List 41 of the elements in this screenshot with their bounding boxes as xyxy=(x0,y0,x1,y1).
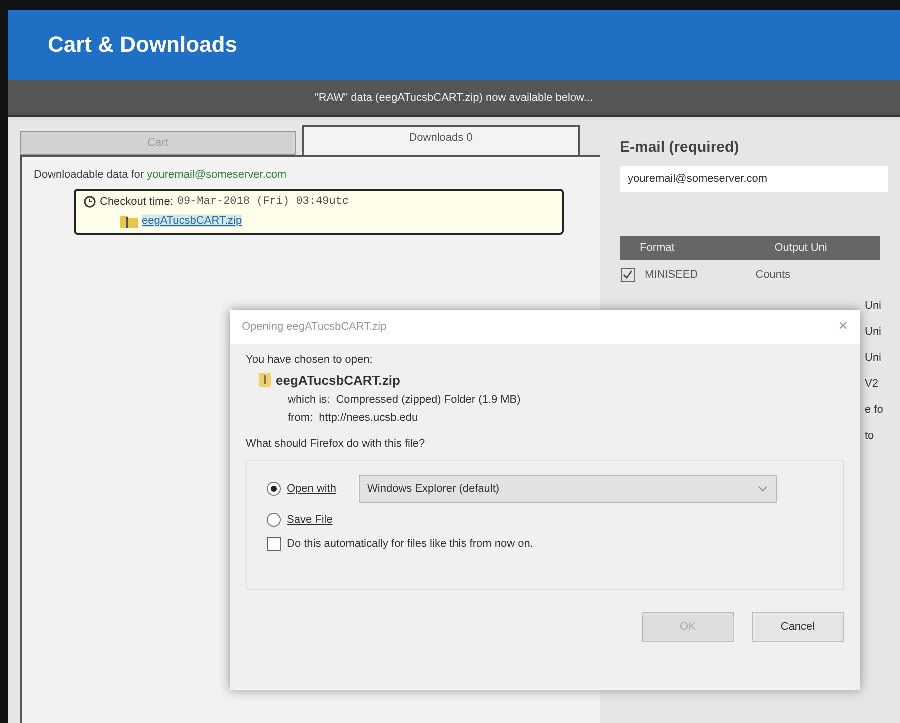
cut-text: Uni xyxy=(865,352,883,364)
checkout-label: Checkout time: xyxy=(100,196,174,208)
email-link[interactable]: youremail@someserver.com xyxy=(147,169,287,181)
file-link[interactable]: eegATucsbCART.zip xyxy=(142,215,242,227)
folder-zip-icon xyxy=(120,214,138,228)
radio-button[interactable] xyxy=(267,513,281,527)
dialog-text: You have chosen to open: xyxy=(246,354,374,366)
email-label: E-mail (required) xyxy=(620,139,740,156)
question-text: What should Firefox do with this file? xyxy=(246,438,426,450)
table-cell: Counts xyxy=(756,269,791,281)
app-dropdown[interactable]: Windows Explorer (default) xyxy=(358,475,777,503)
column-header: Output Uni xyxy=(754,236,880,260)
page-title: Cart & Downloads xyxy=(48,32,238,58)
cut-text: to xyxy=(865,430,876,442)
info-label: which is: xyxy=(288,394,330,406)
info-value: http://nees.ucsb.edu xyxy=(319,412,418,424)
clock-icon xyxy=(84,196,96,208)
info-label: from: xyxy=(288,412,314,424)
checkbox[interactable] xyxy=(621,268,635,282)
dialog-title: Opening eegATucsbCART.zip xyxy=(242,321,387,333)
checkout-time: 09-Mar-2018 (Fri) 03:49utc xyxy=(177,196,350,208)
file-name: eegATucsbCART.zip xyxy=(276,372,400,388)
option-label[interactable]: Save File xyxy=(287,514,333,526)
column-header: Format xyxy=(620,236,755,260)
info-value: Compressed (zipped) Folder (1.9 MB) xyxy=(336,394,521,406)
radio-button[interactable] xyxy=(267,482,281,496)
checkbox-label[interactable]: Do this automatically for files like this from now on. xyxy=(287,538,534,550)
dialog-button[interactable]: Cancel xyxy=(752,612,844,642)
tab[interactable]: Downloads 0 xyxy=(302,125,580,155)
cut-text: V2 xyxy=(865,378,880,390)
cut-text: Uni xyxy=(865,326,883,338)
table-cell: MINISEED xyxy=(645,268,698,281)
zip-file-icon xyxy=(258,372,272,388)
checkbox[interactable] xyxy=(267,537,281,551)
cut-text: e fo xyxy=(865,404,884,416)
intro-text: Downloadable data for youremail@someserver.com xyxy=(34,169,288,181)
notice-text: "RAW" data (eegATucsbCART.zip) now available below... xyxy=(314,92,594,104)
option-label[interactable]: Open with xyxy=(287,483,337,495)
chevron-down-icon xyxy=(758,486,768,492)
cut-text: Uni xyxy=(865,300,883,312)
email-field[interactable]: youremail@someserver.com xyxy=(620,166,888,192)
